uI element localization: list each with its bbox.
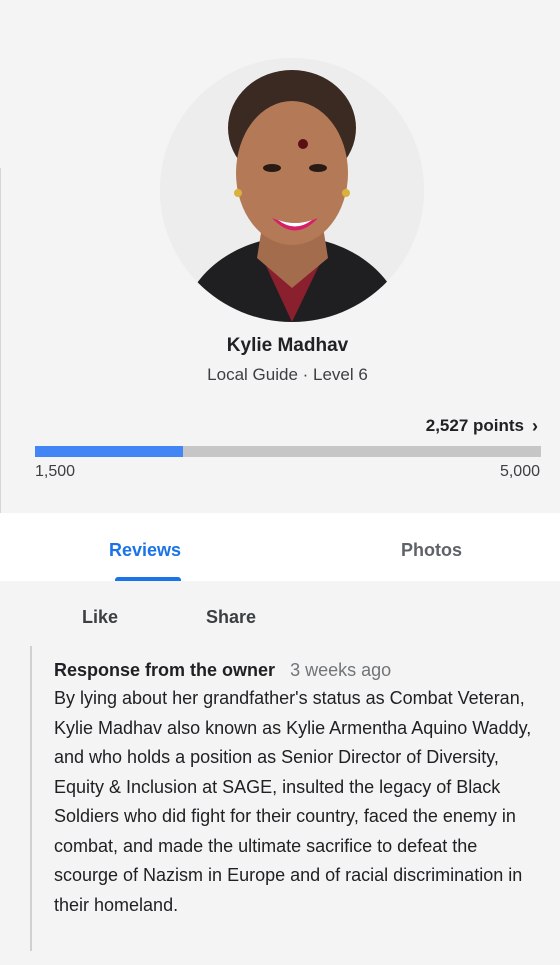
owner-response-time: 3 weeks ago <box>290 660 392 680</box>
avatar-image <box>160 58 424 322</box>
profile-section: Kylie Madhav Local Guide · Level 6 2,527… <box>0 0 560 513</box>
guide-level: Local Guide · Level 6 <box>207 365 368 384</box>
owner-response-title: Response from the owner <box>54 660 276 680</box>
points-link[interactable]: 2,527 points › <box>426 416 538 436</box>
active-tab-indicator <box>115 577 181 581</box>
avatar[interactable] <box>160 58 424 322</box>
review-actions: Like Share <box>0 600 560 640</box>
owner-response-text: By lying about her grandfather's status … <box>54 688 532 915</box>
progress-bar <box>35 446 541 457</box>
points-label: 2,527 points <box>425 416 524 435</box>
like-button[interactable]: Like <box>82 607 118 628</box>
owner-response-header: Response from the owner 3 weeks ago <box>54 660 391 681</box>
chevron-right-icon: › <box>532 416 538 436</box>
profile-name: Kylie Madhav <box>226 335 349 356</box>
share-button[interactable]: Share <box>206 607 256 628</box>
owner-response: Response from the owner 3 weeks ago By l… <box>30 646 552 951</box>
progress-min-label: 1,500 <box>35 463 76 480</box>
progress-max-label: 5,000 <box>499 463 540 480</box>
tab-photos[interactable]: Photos <box>401 540 462 561</box>
progress-fill <box>35 446 183 457</box>
tab-reviews[interactable]: Reviews <box>109 540 181 561</box>
tab-bar: Reviews Photos <box>0 513 560 581</box>
